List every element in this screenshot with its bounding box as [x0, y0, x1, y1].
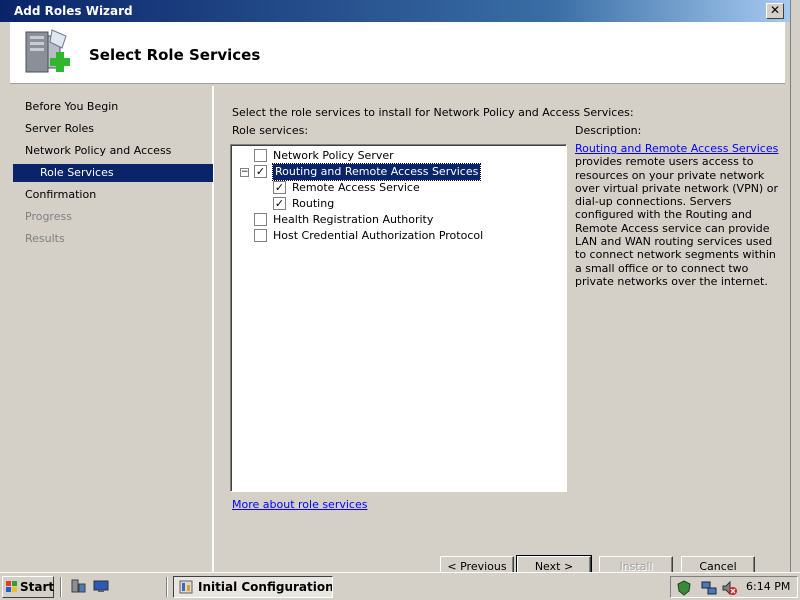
checkbox[interactable]: ✓ — [273, 197, 286, 210]
service-remote-access[interactable]: ✓ Remote Access Service — [273, 180, 420, 196]
start-label: Start — [20, 580, 55, 594]
nav-item-progress: Progress — [25, 210, 72, 223]
task-initial-configuration[interactable]: Initial Configuration T... — [173, 576, 333, 598]
configuration-icon — [179, 580, 193, 594]
taskbar-separator — [60, 577, 62, 597]
checkbox[interactable] — [254, 213, 267, 226]
nav-item-server-roles[interactable]: Server Roles — [25, 120, 94, 138]
nav-item-role-services[interactable]: Role Services — [13, 164, 213, 182]
clock[interactable]: 6:14 PM — [746, 580, 790, 593]
system-tray: 6:14 PM — [670, 576, 798, 598]
show-desktop-icon[interactable] — [93, 578, 109, 594]
more-about-role-services-link[interactable]: More about role services — [232, 498, 367, 511]
title-bar: Add Roles Wizard ✕ — [0, 0, 790, 22]
close-icon: ✕ — [769, 3, 781, 17]
network-icon[interactable] — [701, 580, 717, 596]
service-routing-remote-access[interactable]: ✓ Routing and Remote Access Services — [254, 163, 482, 181]
window-title: Add Roles Wizard — [14, 4, 133, 18]
wizard-header: Select Role Services — [10, 22, 785, 84]
security-shield-icon[interactable] — [676, 580, 692, 596]
taskbar: Start Initial Configuration T... 6:14 P — [0, 572, 800, 600]
nav-item-results: Results — [25, 232, 65, 245]
page-title: Select Role Services — [89, 46, 261, 64]
description-text: provides remote users access to resource… — [575, 155, 778, 288]
server-add-icon — [25, 29, 70, 73]
volume-muted-icon[interactable] — [721, 580, 737, 596]
start-button[interactable]: Start — [2, 576, 54, 598]
service-host-credential[interactable]: Host Credential Authorization Protocol — [254, 228, 483, 244]
nav-item-before-you-begin[interactable]: Before You Begin — [25, 98, 118, 116]
nav-item-confirmation[interactable]: Confirmation — [25, 186, 96, 204]
role-services-tree: Network Policy Server − ✓ Routing and Rem… — [230, 144, 567, 492]
description-label: Description: — [575, 124, 642, 137]
close-button[interactable]: ✕ — [766, 3, 784, 19]
collapse-icon[interactable]: − — [240, 168, 249, 177]
taskbar-separator — [166, 577, 168, 597]
main-pane: Select the role services to install for … — [217, 86, 785, 580]
wizard-nav: Before You Begin Server Roles Network Po… — [12, 86, 214, 572]
checkbox[interactable] — [254, 229, 267, 242]
description-link[interactable]: Routing and Remote Access Services — [575, 142, 778, 155]
checkbox[interactable]: ✓ — [273, 181, 286, 194]
service-routing[interactable]: ✓ Routing — [273, 196, 334, 212]
role-services-label: Role services: — [232, 124, 309, 137]
task-label: Initial Configuration T... — [198, 580, 333, 594]
description-panel: Routing and Remote Access Services provi… — [575, 142, 780, 288]
background-edge — [790, 0, 800, 572]
windows-logo-icon — [6, 581, 17, 592]
service-network-policy-server[interactable]: Network Policy Server — [254, 148, 394, 164]
server-manager-icon[interactable] — [70, 578, 86, 594]
wizard-window: Select Role Services Before You Begin Se… — [0, 22, 790, 580]
checkbox[interactable] — [254, 149, 267, 162]
instruction-text: Select the role services to install for … — [232, 106, 634, 119]
service-health-registration[interactable]: Health Registration Authority — [254, 212, 433, 228]
nav-item-network-policy[interactable]: Network Policy and Access Services — [25, 142, 212, 175]
checkbox[interactable]: ✓ — [254, 165, 267, 178]
